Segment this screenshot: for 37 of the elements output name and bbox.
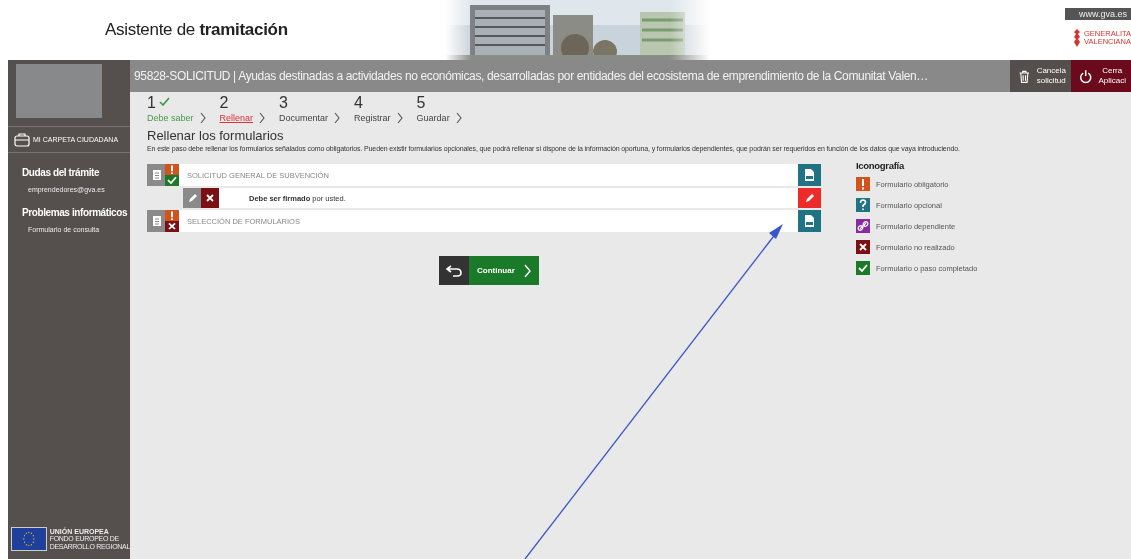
site-link[interactable]: www.gva.es	[1064, 8, 1131, 20]
chevron-icon	[199, 112, 206, 124]
step-link[interactable]: Registrar	[354, 113, 391, 123]
help-heading: Problemas informáticos	[22, 207, 129, 218]
step-link[interactable]: Guardar	[416, 113, 450, 123]
briefcase-icon	[14, 132, 30, 147]
clipboard-icon	[147, 164, 165, 186]
chevron-icon	[455, 112, 462, 124]
chevron-icon	[334, 112, 341, 124]
eu-flag-icon	[11, 527, 47, 551]
chevron-icon	[524, 263, 531, 278]
legend-heading: Iconografía	[856, 160, 906, 171]
step-number: 4	[354, 94, 363, 112]
xml-button[interactable]	[798, 164, 821, 186]
step-number: 1	[147, 94, 156, 112]
section-title: Rellenar los formularios	[147, 128, 285, 143]
logo-icon	[1073, 28, 1082, 48]
step-number: 2	[219, 94, 229, 112]
sign-button[interactable]	[798, 188, 821, 208]
pen-icon	[183, 188, 201, 208]
clipboard-icon	[147, 210, 165, 232]
power-icon	[1079, 67, 1093, 85]
continue-button[interactable]: Continuar	[469, 256, 539, 285]
cancel-button[interactable]: Cancela solicitud	[1010, 60, 1071, 92]
close-button[interactable]: Cerra Aplicaci	[1071, 60, 1131, 92]
step-number: 3	[279, 94, 288, 112]
procedure-title: 95828-SOLICITUD | Ayudas destinadas a actividades no económicas, desarrolladas por entidades del ecosistema de emprendimiento de la Comunitat Valen…	[133, 69, 930, 83]
chevron-icon	[396, 112, 403, 124]
step-number: 5	[416, 94, 426, 112]
chevron-icon	[259, 112, 266, 124]
back-arrow-icon	[446, 264, 462, 277]
step-link[interactable]: Rellenar	[219, 113, 254, 123]
help-heading: Dudas del trámite	[22, 167, 101, 178]
step-link[interactable]: Documentar	[279, 113, 329, 123]
app-title: Asistente de tramitación	[105, 20, 289, 40]
xml-button[interactable]	[798, 210, 821, 232]
back-button[interactable]	[439, 256, 469, 285]
